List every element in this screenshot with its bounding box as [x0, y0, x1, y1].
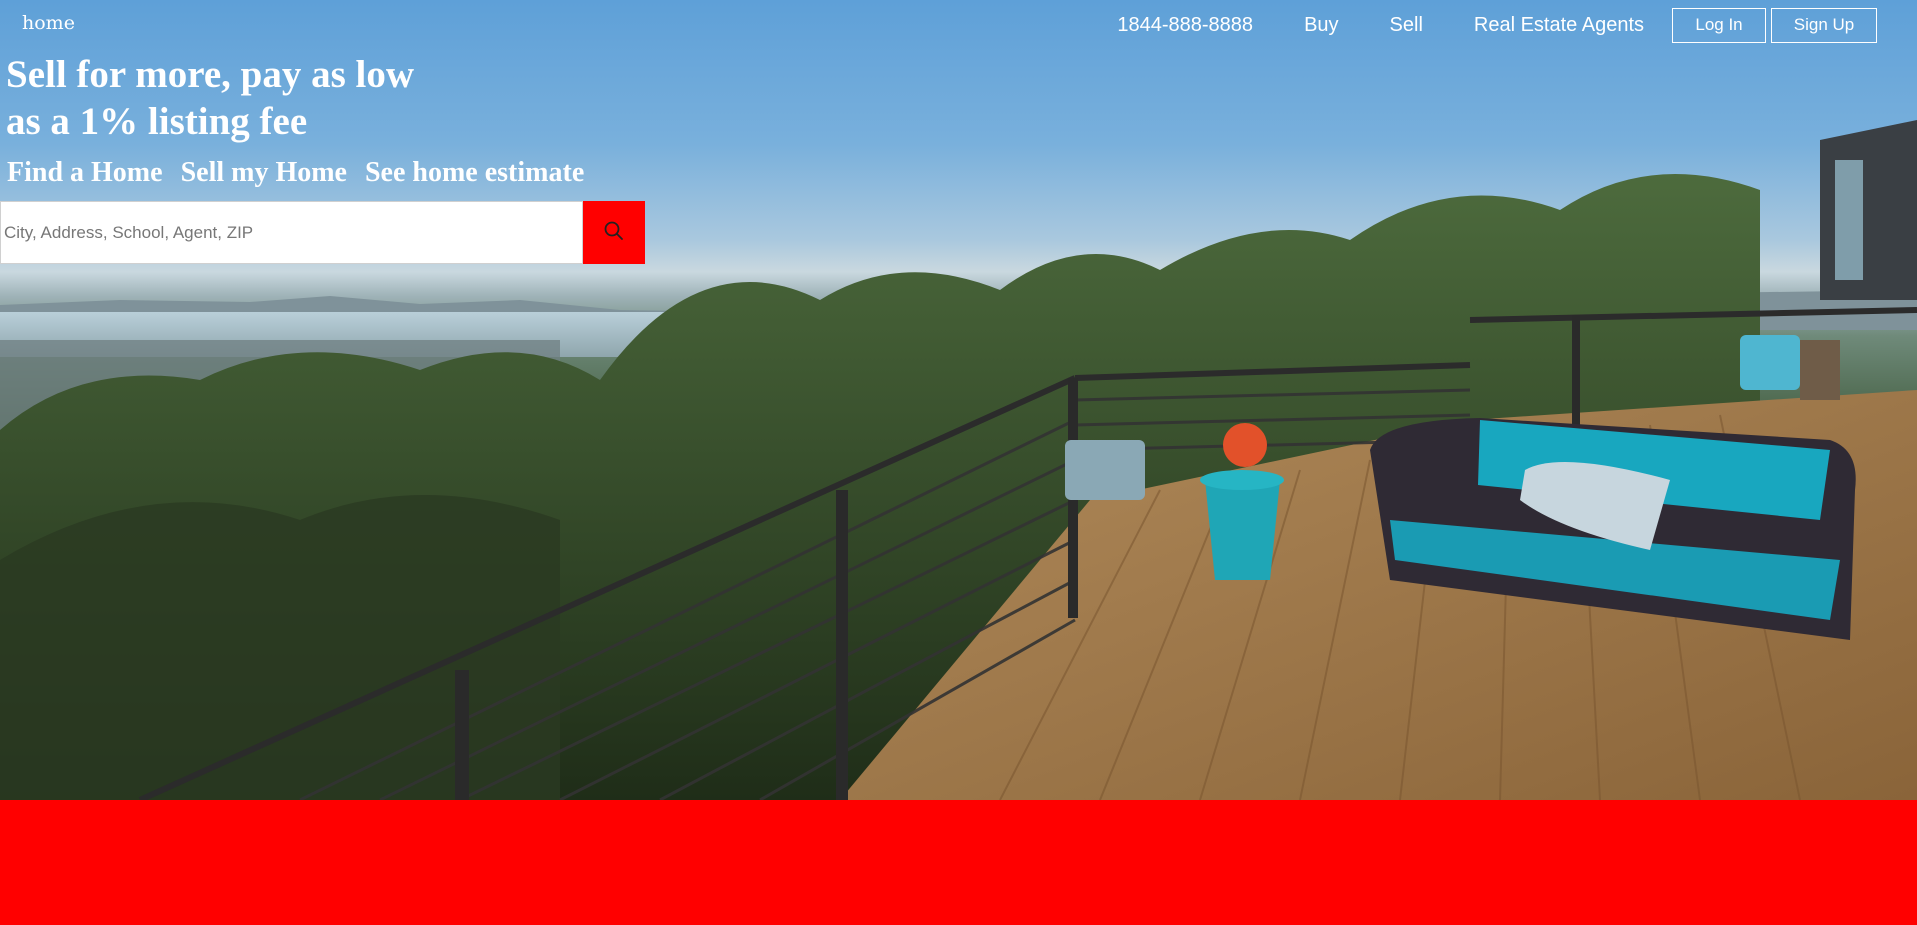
- home-link[interactable]: home: [22, 12, 75, 34]
- hero-headline-line-2: as a 1% listing fee: [6, 100, 308, 143]
- hero-headline: Sell for more, pay as low as a 1% listin…: [6, 51, 526, 145]
- top-nav: 1844-888-8888 Buy Sell Real Estate Agent…: [1117, 0, 1877, 50]
- tab-find-a-home[interactable]: Find a Home: [7, 157, 163, 189]
- nav-link-real-estate-agents[interactable]: Real Estate Agents: [1474, 14, 1644, 37]
- signup-button[interactable]: Sign Up: [1771, 7, 1877, 43]
- tab-see-home-estimate[interactable]: See home estimate: [365, 157, 584, 189]
- page: home 1844-888-8888 Buy Sell Real Estate …: [0, 0, 1917, 925]
- nav-link-buy[interactable]: Buy: [1304, 14, 1338, 37]
- search-input[interactable]: [0, 201, 583, 264]
- nav-link-sell[interactable]: Sell: [1390, 14, 1423, 37]
- hero-headline-line-1: Sell for more, pay as low: [6, 53, 415, 96]
- tab-sell-my-home[interactable]: Sell my Home: [181, 157, 347, 189]
- search-icon: [603, 220, 625, 245]
- red-footer-band: [0, 800, 1917, 925]
- search-button[interactable]: [583, 201, 645, 264]
- login-button[interactable]: Log In: [1672, 7, 1766, 43]
- phone-number-link[interactable]: 1844-888-8888: [1117, 14, 1253, 37]
- search-mode-tabs: Find a Home Sell my Home See home estima…: [7, 157, 602, 189]
- search-bar: [0, 201, 645, 264]
